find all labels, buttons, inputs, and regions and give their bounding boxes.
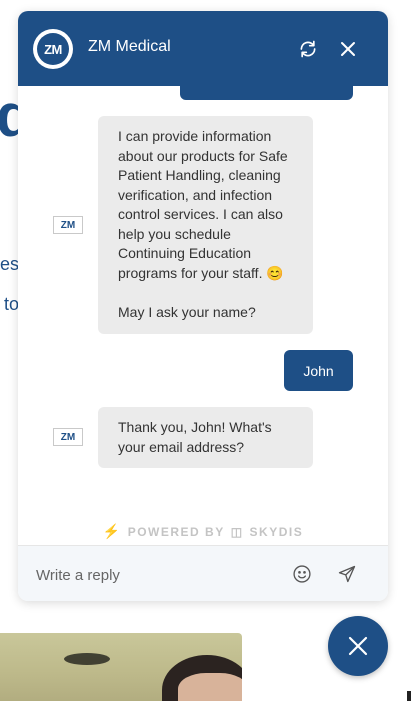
- chat-header: ZM ZM Medical: [18, 11, 388, 86]
- powered-by-brand: SKYDIS: [249, 524, 304, 539]
- refresh-button[interactable]: [295, 36, 321, 62]
- chat-launcher-close-button[interactable]: [328, 616, 388, 676]
- send-icon: [338, 565, 356, 583]
- emoji-button[interactable]: [289, 561, 315, 587]
- bot-avatar: ZM: [53, 428, 83, 446]
- bot-message: I can provide information about our prod…: [98, 116, 313, 334]
- close-icon: [348, 636, 368, 656]
- bot-message: Thank you, John! What's your email addre…: [98, 407, 313, 468]
- page: d es to ZM ZM Medical ZM I can provide i…: [0, 0, 411, 701]
- send-button[interactable]: [334, 561, 360, 587]
- background-text-fragment: es: [0, 254, 20, 274]
- previous-user-message: [180, 86, 353, 100]
- company-logo: ZM: [33, 29, 73, 69]
- composer: [18, 545, 388, 601]
- ceiling-lamp: [64, 653, 110, 665]
- reply-input[interactable]: [36, 564, 276, 586]
- powered-by-footer[interactable]: ⚡ POWERED BY ◫ SKYDIS: [18, 523, 388, 540]
- close-icon: [341, 42, 355, 56]
- chat-widget: ZM ZM Medical ZM I can provide informati…: [18, 11, 388, 601]
- chat-title: ZM Medical: [88, 38, 171, 55]
- refresh-icon: [300, 40, 316, 58]
- company-logo-mark: ZM: [37, 33, 69, 65]
- person-face: [178, 673, 242, 701]
- message-list: ZM I can provide information about our p…: [18, 86, 388, 546]
- background-corner: [407, 691, 411, 701]
- user-message: John: [284, 350, 353, 391]
- background-text-fragment: to: [4, 294, 20, 314]
- bot-avatar: ZM: [53, 216, 83, 234]
- background-photo: [0, 633, 242, 701]
- close-chat-button[interactable]: [335, 36, 361, 62]
- lightning-icon: ⚡: [102, 523, 122, 539]
- smiley-icon: [293, 565, 311, 583]
- powered-by-label: POWERED BY: [127, 524, 225, 539]
- skydis-logo-icon: ◫: [230, 524, 244, 539]
